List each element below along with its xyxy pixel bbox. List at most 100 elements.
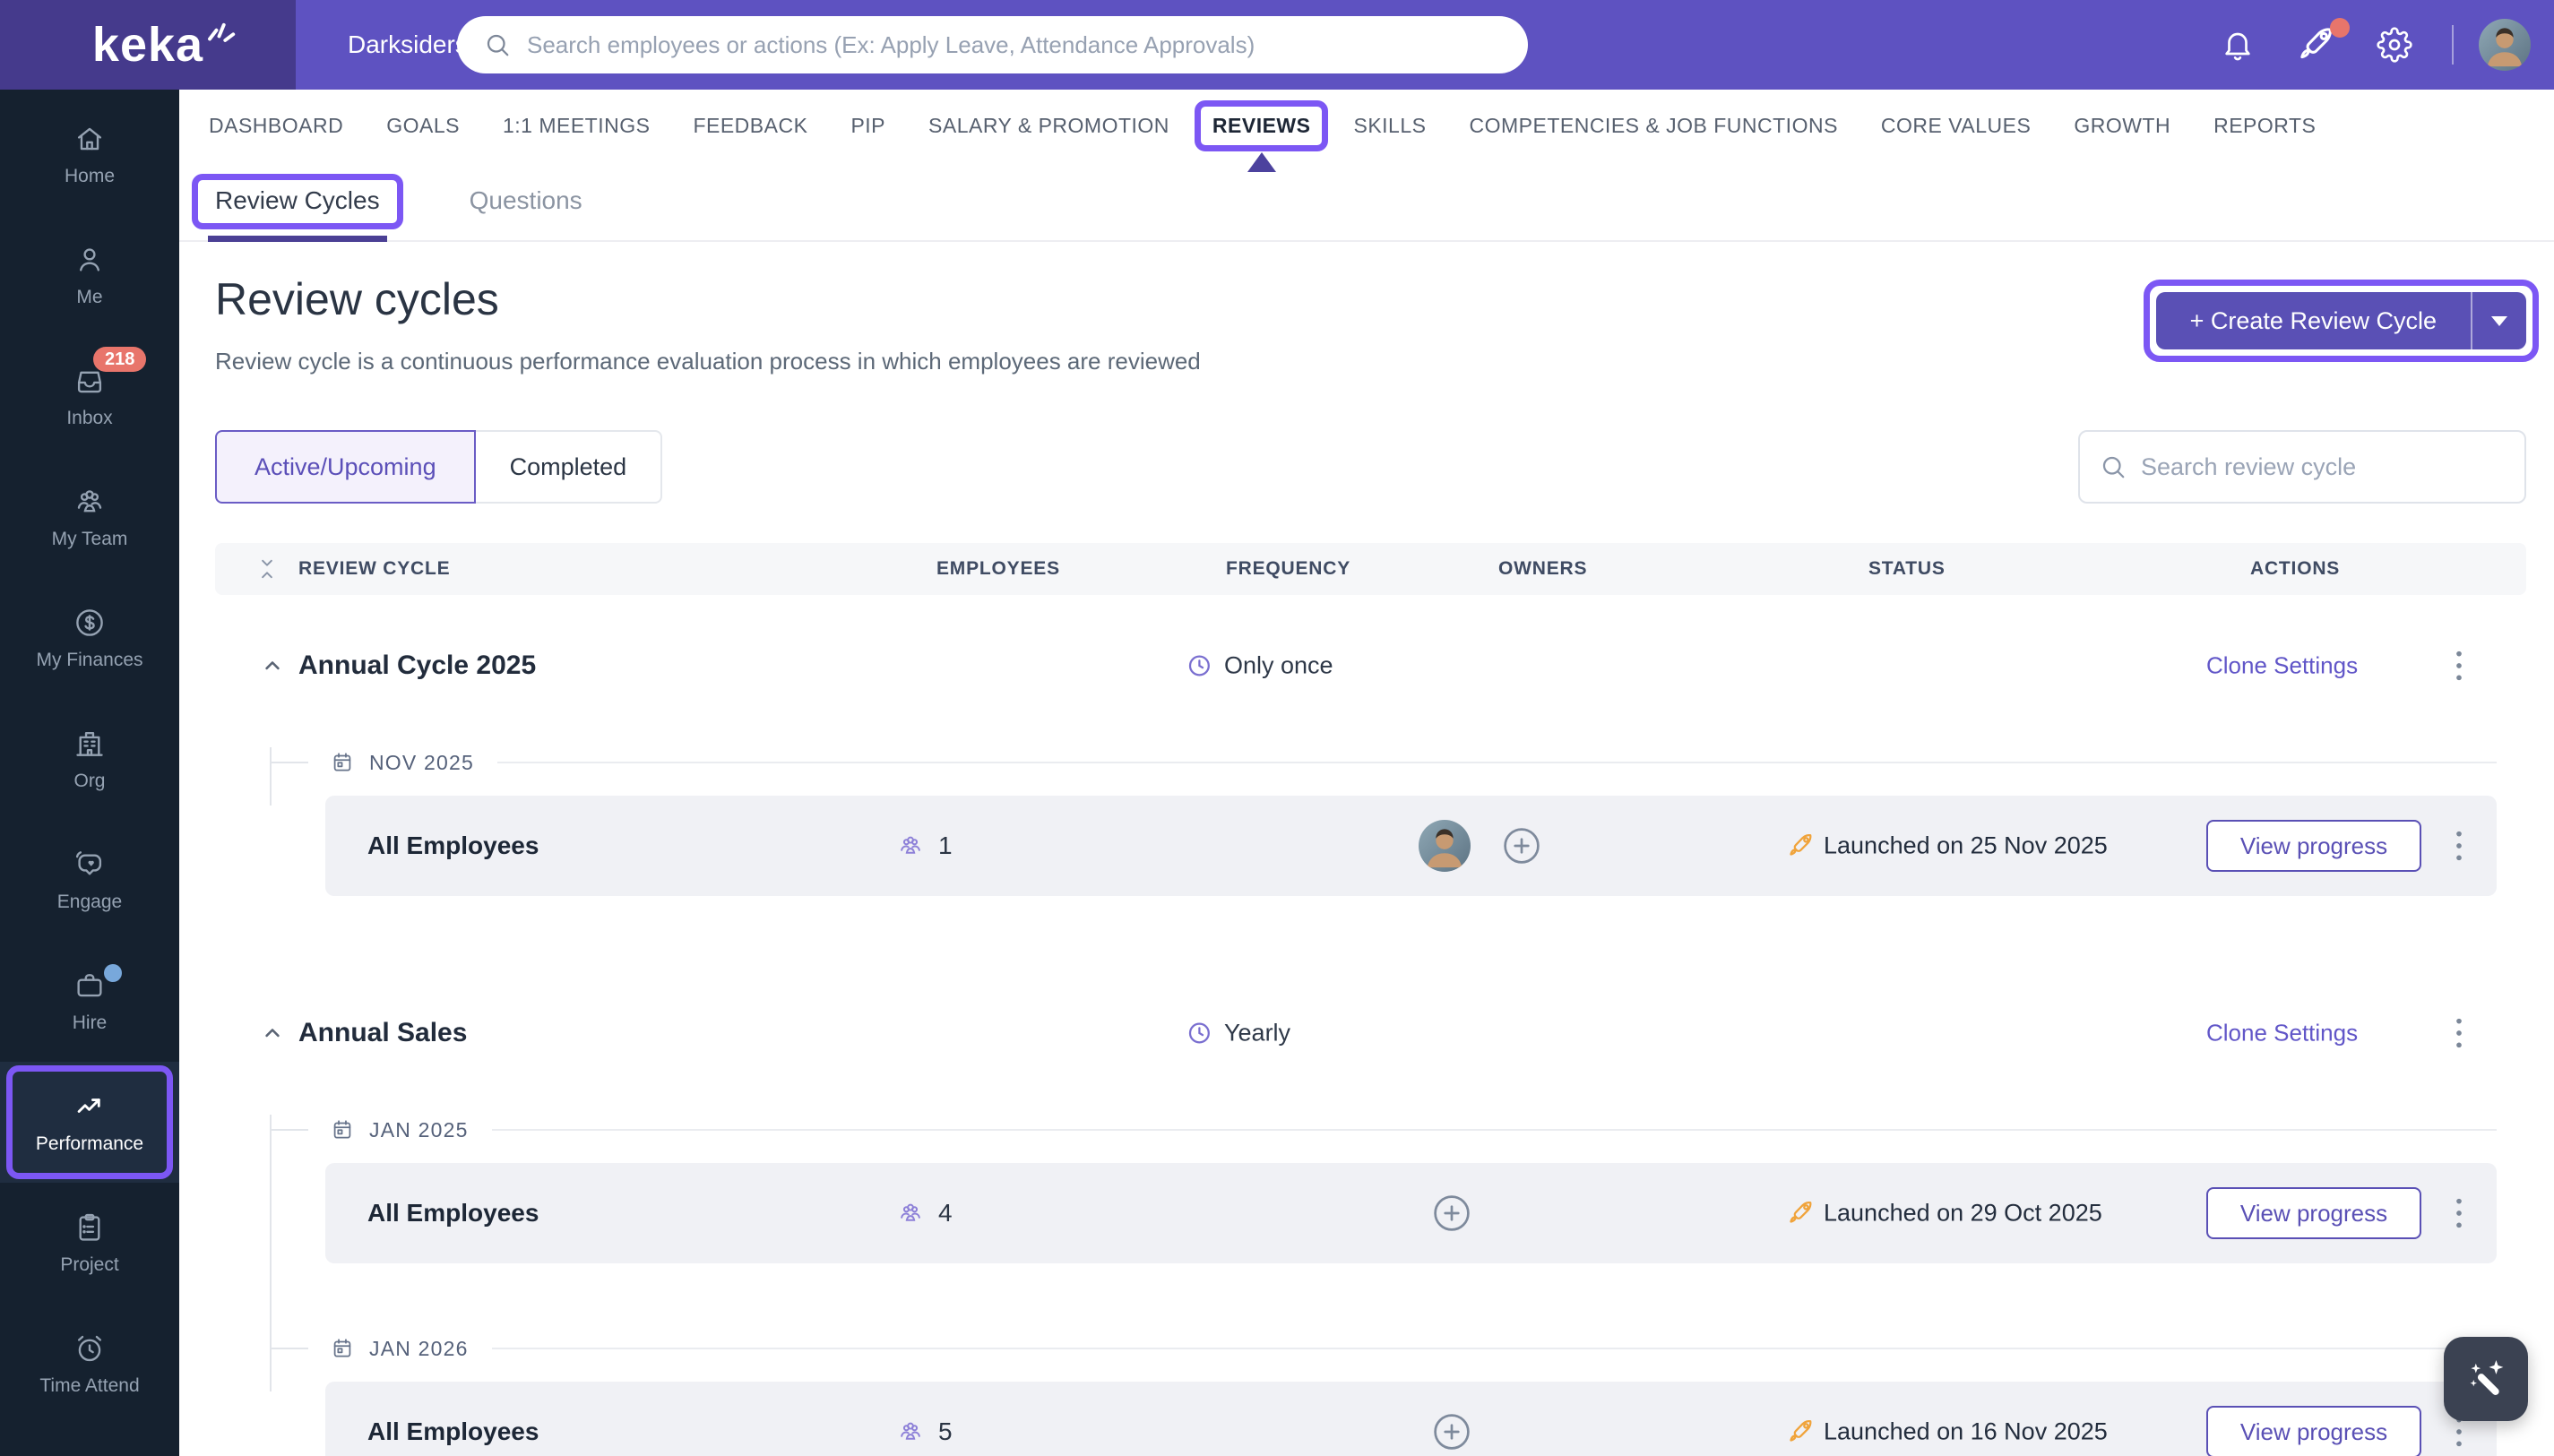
filter-active-upcoming[interactable]: Active/Upcoming — [215, 430, 476, 504]
launched-rocket-icon — [1786, 1199, 1815, 1228]
sidebar-label: Inbox — [66, 408, 112, 429]
subtab-review-cycles[interactable]: Review Cycles — [215, 161, 380, 240]
view-progress-button[interactable]: View progress — [2206, 1187, 2421, 1239]
employee-count: 1 — [938, 831, 953, 860]
collapse-all-button[interactable] — [255, 557, 279, 581]
chevron-up-icon — [260, 1021, 285, 1046]
keka-logo[interactable]: keka — [0, 0, 296, 90]
whats-new-badge — [2330, 18, 2350, 38]
page-subtitle: Review cycle is a continuous performance… — [215, 348, 1201, 375]
view-progress-button[interactable]: View progress — [2206, 820, 2421, 872]
sidebar-item-home[interactable]: Home — [0, 94, 179, 215]
period-name: JAN 2026 — [369, 1337, 469, 1361]
launched-rocket-icon — [1786, 831, 1815, 860]
sidebar-item-time-attend[interactable]: Time Attend — [0, 1304, 179, 1425]
filter-completed[interactable]: Completed — [476, 430, 663, 504]
sidebar-label: Home — [65, 166, 115, 187]
tab-core-values[interactable]: CORE VALUES — [1881, 114, 2031, 138]
sidebar-item-org[interactable]: Org — [0, 699, 179, 820]
trend-up-icon — [73, 1090, 107, 1124]
sidebar-item-hire[interactable]: Hire — [0, 941, 179, 1062]
sidebar-label: Me — [76, 287, 102, 308]
topbar-divider — [2452, 25, 2454, 65]
sidebar-item-engage[interactable]: Engage — [0, 820, 179, 941]
tab-goals[interactable]: GOALS — [386, 114, 460, 138]
review-cycle-search[interactable] — [2078, 430, 2526, 504]
sidebar-label: Org — [73, 771, 105, 792]
create-review-cycle-dropdown[interactable] — [2471, 292, 2526, 349]
sidebar-item-project[interactable]: Project — [0, 1183, 179, 1304]
sidebar-item-inbox[interactable]: Inbox 218 — [0, 336, 179, 457]
add-owner-button[interactable] — [1431, 1193, 1472, 1234]
review-cycle-row: All Employees 5 Launched on 16 Nov 2025 … — [325, 1382, 2497, 1456]
collapse-group-button[interactable] — [260, 1021, 285, 1046]
frequency-clock-icon — [1185, 1019, 1213, 1047]
col-review-cycle: REVIEW CYCLE — [298, 558, 450, 580]
tab-1-1-meetings[interactable]: 1:1 MEETINGS — [503, 114, 650, 138]
notifications-button[interactable] — [2220, 0, 2256, 90]
team-icon — [73, 485, 107, 519]
row-kebab-menu[interactable] — [2452, 1195, 2466, 1231]
tab-pip[interactable]: PIP — [850, 114, 885, 138]
group-frequency: Yearly — [1224, 1020, 1290, 1047]
collapse-icon — [255, 557, 279, 581]
sidebar-item-my-finances[interactable]: My Finances — [0, 578, 179, 699]
tab-feedback[interactable]: FEEDBACK — [693, 114, 807, 138]
tab-reviews[interactable]: REVIEWS — [1212, 114, 1311, 138]
create-review-cycle-label[interactable]: + Create Review Cycle — [2156, 292, 2471, 349]
building-icon — [73, 727, 107, 761]
clone-settings-link[interactable]: Clone Settings — [2206, 1020, 2358, 1047]
frequency-clock-icon — [1185, 651, 1213, 680]
settings-button[interactable] — [2377, 0, 2412, 90]
add-owner-button[interactable] — [1501, 825, 1542, 866]
subtab-review-cycles-label: Review Cycles — [215, 186, 380, 215]
sidebar-item-performance[interactable]: Performance — [0, 1062, 179, 1183]
tab-skills[interactable]: SKILLS — [1353, 114, 1426, 138]
clone-settings-link[interactable]: Clone Settings — [2206, 652, 2358, 680]
employees-group-icon — [896, 1417, 925, 1446]
global-search-input[interactable] — [527, 16, 1528, 73]
logo-spark-icon — [204, 11, 237, 43]
review-cycle-search-input[interactable] — [2141, 432, 2524, 502]
tab-growth[interactable]: GROWTH — [2074, 114, 2170, 138]
sidebar-item-me[interactable]: Me — [0, 215, 179, 336]
group-kebab-menu[interactable] — [2452, 1015, 2466, 1051]
avatar-photo — [2479, 19, 2531, 71]
global-search[interactable] — [457, 16, 1528, 73]
sidebar-label: Hire — [73, 1012, 108, 1034]
row-kebab-menu[interactable] — [2452, 828, 2466, 864]
row-group-name: All Employees — [367, 1417, 539, 1446]
add-owner-button[interactable] — [1431, 1411, 1472, 1452]
owner-avatar[interactable] — [1419, 820, 1471, 872]
dollar-icon — [73, 606, 107, 640]
user-avatar[interactable] — [2479, 19, 2531, 71]
employee-count: 4 — [938, 1199, 953, 1228]
group-frequency: Only once — [1224, 652, 1333, 680]
tab-salary-promotion[interactable]: SALARY & PROMOTION — [928, 114, 1169, 138]
caret-down-icon — [2491, 316, 2507, 326]
review-cycles-table: REVIEW CYCLE EMPLOYEES FREQUENCY OWNERS … — [215, 543, 2526, 1456]
create-review-cycle-button[interactable]: + Create Review Cycle — [2156, 292, 2526, 349]
tab-reports[interactable]: REPORTS — [2213, 114, 2316, 138]
group-periods: NOV 2025 All Employees 1 Launched on 25 … — [215, 747, 2526, 896]
group-kebab-menu[interactable] — [2452, 648, 2466, 684]
period-jan-2025: JAN 2025 All Employees 4 Launched on 29 … — [215, 1115, 2526, 1263]
person-icon — [73, 243, 107, 277]
subtab-questions[interactable]: Questions — [470, 161, 582, 240]
employees-group-icon — [896, 1199, 925, 1228]
col-employees: EMPLOYEES — [936, 558, 1060, 580]
sidebar-label: Time Attend — [39, 1375, 139, 1397]
col-frequency: FREQUENCY — [1226, 558, 1350, 580]
tab-competencies[interactable]: COMPETENCIES & JOB FUNCTIONS — [1469, 114, 1837, 138]
row-group-name: All Employees — [367, 1199, 539, 1228]
sidebar-item-my-team[interactable]: My Team — [0, 457, 179, 578]
period-nov-2025: NOV 2025 All Employees 1 Launched on 25 … — [215, 747, 2526, 896]
view-progress-button[interactable]: View progress — [2206, 1406, 2421, 1456]
col-status: STATUS — [1868, 558, 1946, 580]
whats-new-button[interactable] — [2295, 0, 2336, 90]
sidebar-label: My Finances — [36, 650, 142, 671]
brand-wordmark: keka — [92, 17, 203, 73]
ai-assistant-button[interactable] — [2444, 1337, 2528, 1421]
collapse-group-button[interactable] — [260, 653, 285, 678]
tab-dashboard[interactable]: DASHBOARD — [209, 114, 343, 138]
